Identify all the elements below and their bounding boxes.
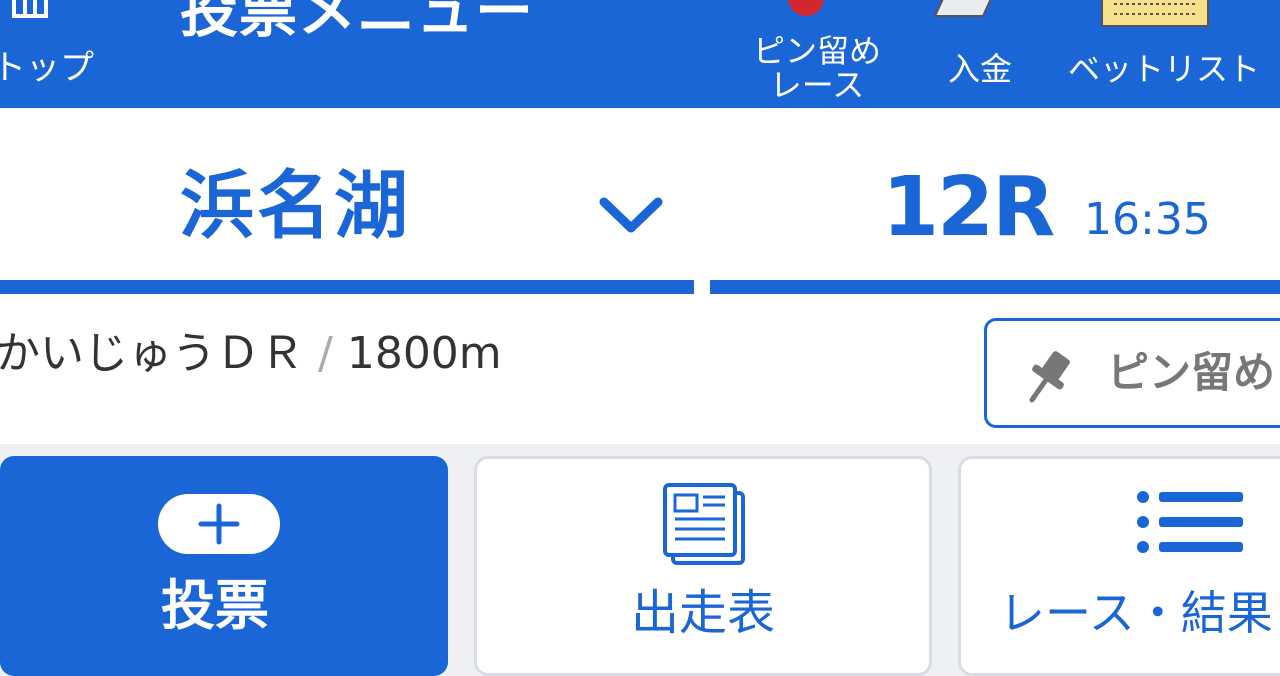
page-title: 投票メニュー <box>180 0 535 45</box>
action-tiles: 投票 出走表 レース・結果 <box>0 444 1280 676</box>
home-icon <box>12 0 48 18</box>
deposit-button[interactable]: 入金 <box>930 0 1030 108</box>
newspaper-icon <box>663 483 745 565</box>
race-title: かいじゅうＤＲ / 1800m <box>0 326 502 382</box>
venue-name: 浜名湖 <box>180 163 411 249</box>
race-results-button[interactable]: レース・結果 <box>958 456 1280 676</box>
race-underline <box>710 280 1280 294</box>
deposit-label: 入金 <box>947 50 1012 88</box>
race-selector: 浜名湖 12R 16:35 <box>0 108 1280 294</box>
race-results-label: レース・結果 <box>999 586 1273 640</box>
venue-underline <box>0 280 694 294</box>
pin-race-button[interactable]: ピン留め <box>984 318 1280 428</box>
race-distance: 1800m <box>346 328 502 379</box>
separator: / <box>318 328 333 379</box>
plus-icon <box>198 503 240 545</box>
pinned-races-label: ピン留め レース <box>752 32 881 104</box>
race-time: 16:35 <box>1084 194 1211 245</box>
top-label: トップ <box>0 48 94 88</box>
race-name: かいじゅうＤＲ <box>0 328 304 379</box>
app-header: トップ 投票メニュー ピン留め レース 入金 ベットリスト <box>0 0 1280 108</box>
race-info: かいじゅうＤＲ / 1800m ピン留め <box>0 294 1280 444</box>
list-icon <box>1137 491 1243 553</box>
entry-list-button[interactable]: 出走表 <box>474 456 932 676</box>
race-number: 12R <box>882 160 1055 255</box>
pin-button-label: ピン留め <box>1107 348 1276 397</box>
top-button[interactable]: トップ <box>0 0 110 108</box>
plus-badge <box>158 494 280 554</box>
pushpin-icon <box>1029 351 1070 403</box>
bet-list-button[interactable]: ベットリスト <box>1068 0 1261 108</box>
entry-list-label: 出走表 <box>630 585 775 641</box>
bet-list-label: ベットリスト <box>1068 50 1261 88</box>
vote-label: 投票 <box>161 574 269 637</box>
vote-button[interactable]: 投票 <box>0 456 448 676</box>
race-number-dropdown[interactable]: 12R 16:35 <box>700 108 1280 294</box>
venue-dropdown[interactable]: 浜名湖 <box>0 108 694 294</box>
pinned-races-button[interactable]: ピン留め レース <box>742 0 892 108</box>
chevron-down-icon <box>599 197 663 233</box>
